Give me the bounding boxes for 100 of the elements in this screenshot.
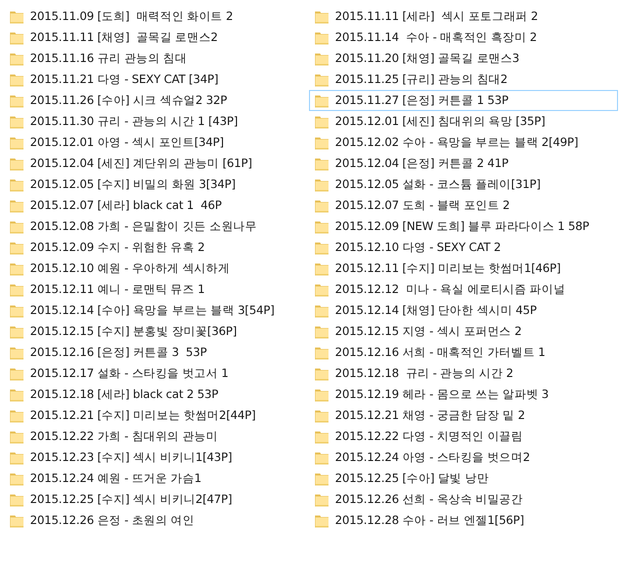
folder-name: 2015.12.12 미나 - 욕실 에로티시즘 파이널	[335, 282, 566, 297]
folder-item[interactable]: 2015.12.17 설화 - 스타킹을 벗고서 1	[4, 363, 309, 384]
folder-icon	[314, 428, 330, 444]
folder-item[interactable]: 2015.12.04 [은정] 커튼콜 2 41P	[309, 153, 618, 174]
folder-name: 2015.12.14 [채영] 단아한 섹시미 45P	[335, 303, 537, 318]
folder-item[interactable]: 2015.12.05 설화 - 코스튬 플레이[31P]	[309, 174, 618, 195]
folder-name: 2015.12.05 [수지] 비밀의 화원 3[34P]	[30, 177, 236, 192]
folder-name: 2015.12.25 [수아] 달빛 낭만	[335, 471, 489, 486]
folder-item[interactable]: 2015.12.25 [수아] 달빛 낭만	[309, 468, 618, 489]
folder-icon	[9, 114, 25, 130]
folder-name: 2015.12.11 예니 - 로맨틱 뮤즈 1	[30, 282, 205, 297]
folder-item[interactable]: 2015.12.26 은정 - 초원의 여인	[4, 510, 309, 531]
folder-name: 2015.12.22 다영 - 치명적인 이끌림	[335, 429, 523, 444]
folder-item[interactable]: 2015.11.27 [은정] 커튼콜 1 53P	[309, 90, 618, 111]
folder-item[interactable]: 2015.12.23 [수지] 섹시 비키니1[43P]	[4, 447, 309, 468]
folder-item[interactable]: 2015.12.09 수지 - 위험한 유혹 2	[4, 237, 309, 258]
folder-icon	[9, 512, 25, 528]
folder-item[interactable]: 2015.11.14 수아 - 매혹적인 흑장미 2	[309, 27, 618, 48]
folder-name: 2015.12.21 [수지] 미리보는 핫썸머2[44P]	[30, 408, 256, 423]
folder-name: 2015.12.25 [수지] 섹시 비키니2[47P]	[30, 492, 232, 507]
folder-name: 2015.11.11 [세라] 섹시 포토그래퍼 2	[335, 9, 538, 24]
folder-icon	[314, 470, 330, 486]
folder-item[interactable]: 2015.12.11 [수지] 미리보는 핫썸머1[46P]	[309, 258, 618, 279]
folder-item[interactable]: 2015.11.30 규리 - 관능의 시간 1 [43P]	[4, 111, 309, 132]
folder-item[interactable]: 2015.12.15 [수지] 분홍빛 장미꽃[36P]	[4, 321, 309, 342]
folder-item[interactable]: 2015.12.14 [채영] 단아한 섹시미 45P	[309, 300, 618, 321]
folder-icon	[314, 156, 330, 172]
folder-icon	[9, 470, 25, 486]
folder-item[interactable]: 2015.12.25 [수지] 섹시 비키니2[47P]	[4, 489, 309, 510]
folder-item[interactable]: 2015.12.22 다영 - 치명적인 이끌림	[309, 426, 618, 447]
folder-icon	[314, 450, 330, 466]
folder-icon	[314, 386, 330, 402]
folder-item[interactable]: 2015.12.01 [세진] 침대위의 욕망 [35P]	[309, 111, 618, 132]
folder-item[interactable]: 2015.12.16 [은정] 커튼콜 3 53P	[4, 342, 309, 363]
folder-item[interactable]: 2015.11.21 다영 - SEXY CAT [34P]	[4, 69, 309, 90]
folder-name: 2015.12.18 규리 - 관능의 시간 2	[335, 366, 514, 381]
folder-icon	[9, 386, 25, 402]
folder-icon	[9, 366, 25, 382]
folder-item[interactable]: 2015.12.24 예원 - 뜨거운 가슴1	[4, 468, 309, 489]
folder-item[interactable]: 2015.12.05 [수지] 비밀의 화원 3[34P]	[4, 174, 309, 195]
folder-item[interactable]: 2015.12.14 [수아] 욕망을 부르는 블랙 3[54P]	[4, 300, 309, 321]
folder-item[interactable]: 2015.12.04 [세진] 계단위의 관능미 [61P]	[4, 153, 309, 174]
folder-item[interactable]: 2015.12.12 미나 - 욕실 에로티시즘 파이널	[309, 279, 618, 300]
folder-name: 2015.11.11 [채영] 골목길 로맨스2	[30, 30, 218, 45]
folder-item[interactable]: 2015.11.16 규리 관능의 침대	[4, 48, 309, 69]
folder-name: 2015.12.24 아영 - 스타킹을 벗으며2	[335, 450, 530, 465]
folder-item[interactable]: 2015.12.11 예니 - 로맨틱 뮤즈 1	[4, 279, 309, 300]
folder-item[interactable]: 2015.12.02 수아 - 욕망을 부르는 블랙 2[49P]	[309, 132, 618, 153]
folder-icon	[9, 282, 25, 298]
folder-icon	[314, 366, 330, 382]
folder-item[interactable]: 2015.11.25 [규리] 관능의 침대2	[309, 69, 618, 90]
folder-name: 2015.11.14 수아 - 매혹적인 흑장미 2	[335, 30, 537, 45]
folder-item[interactable]: 2015.12.10 다영 - SEXY CAT 2	[309, 237, 618, 258]
folder-item[interactable]: 2015.11.20 [채영] 골목길 로맨스3	[309, 48, 618, 69]
folder-icon	[314, 218, 330, 234]
folder-item[interactable]: 2015.12.08 가희 - 은밀함이 깃든 소원나무	[4, 216, 309, 237]
folder-icon	[314, 344, 330, 360]
folder-name: 2015.12.22 가희 - 침대위의 관능미	[30, 429, 218, 444]
folder-item[interactable]: 2015.12.18 규리 - 관능의 시간 2	[309, 363, 618, 384]
folder-name: 2015.12.18 [세라] black cat 2 53P	[30, 387, 218, 402]
folder-name: 2015.11.09 [도희] 매력적인 화이트 2	[30, 9, 234, 24]
folder-icon	[9, 176, 25, 192]
folder-item[interactable]: 2015.12.07 [세라] black cat 1 46P	[4, 195, 309, 216]
folder-item[interactable]: 2015.11.11 [채영] 골목길 로맨스2	[4, 27, 309, 48]
folder-name: 2015.12.07 [세라] black cat 1 46P	[30, 198, 222, 213]
folder-item[interactable]: 2015.11.26 [수아] 시크 섹슈얼2 32P	[4, 90, 309, 111]
folder-name: 2015.12.05 설화 - 코스튬 플레이[31P]	[335, 177, 541, 192]
folder-icon	[314, 30, 330, 46]
folder-icon	[9, 30, 25, 46]
folder-icon	[314, 260, 330, 276]
folder-item[interactable]: 2015.12.09 [NEW 도희] 블루 파라다이스 1 58P	[309, 216, 618, 237]
folder-item[interactable]: 2015.12.21 [수지] 미리보는 핫썸머2[44P]	[4, 405, 309, 426]
folder-item[interactable]: 2015.12.28 수아 - 러브 엔젤1[56P]	[309, 510, 618, 531]
folder-item[interactable]: 2015.12.21 채영 - 궁금한 담장 밑 2	[309, 405, 618, 426]
folder-item[interactable]: 2015.12.19 헤라 - 몸으로 쓰는 알파벳 3	[309, 384, 618, 405]
folder-icon	[9, 134, 25, 150]
folder-name: 2015.12.21 채영 - 궁금한 담장 밑 2	[335, 408, 526, 423]
folder-name: 2015.12.04 [은정] 커튼콜 2 41P	[335, 156, 508, 171]
folder-name: 2015.12.19 헤라 - 몸으로 쓰는 알파벳 3	[335, 387, 549, 402]
folder-item[interactable]: 2015.12.18 [세라] black cat 2 53P	[4, 384, 309, 405]
folder-icon	[9, 92, 25, 108]
folder-icon	[314, 324, 330, 340]
folder-name: 2015.12.16 [은정] 커튼콜 3 53P	[30, 345, 207, 360]
folder-item[interactable]: 2015.12.22 가희 - 침대위의 관능미	[4, 426, 309, 447]
folder-name: 2015.11.16 규리 관능의 침대	[30, 51, 187, 66]
folder-icon	[314, 8, 330, 24]
folder-item[interactable]: 2015.12.15 지영 - 섹시 포퍼먼스 2	[309, 321, 618, 342]
folder-name: 2015.12.09 [NEW 도희] 블루 파라다이스 1 58P	[335, 219, 590, 234]
folder-item[interactable]: 2015.11.11 [세라] 섹시 포토그래퍼 2	[309, 6, 618, 27]
folder-item[interactable]: 2015.12.24 아영 - 스타킹을 벗으며2	[309, 447, 618, 468]
folder-name: 2015.12.02 수아 - 욕망을 부르는 블랙 2[49P]	[335, 135, 578, 150]
folder-item[interactable]: 2015.11.09 [도희] 매력적인 화이트 2	[4, 6, 309, 27]
folder-item[interactable]: 2015.12.16 서희 - 매혹적인 가터벨트 1	[309, 342, 618, 363]
folder-name: 2015.11.27 [은정] 커튼콜 1 53P	[335, 93, 508, 108]
folder-name: 2015.11.25 [규리] 관능의 침대2	[335, 72, 508, 87]
folder-item[interactable]: 2015.12.07 도희 - 블랙 포인트 2	[309, 195, 618, 216]
folder-item[interactable]: 2015.12.26 선희 - 옥상속 비밀공간	[309, 489, 618, 510]
folder-item[interactable]: 2015.12.10 예원 - 우아하게 섹시하게	[4, 258, 309, 279]
folder-item[interactable]: 2015.12.01 아영 - 섹시 포인트[34P]	[4, 132, 309, 153]
folder-icon	[314, 50, 330, 66]
